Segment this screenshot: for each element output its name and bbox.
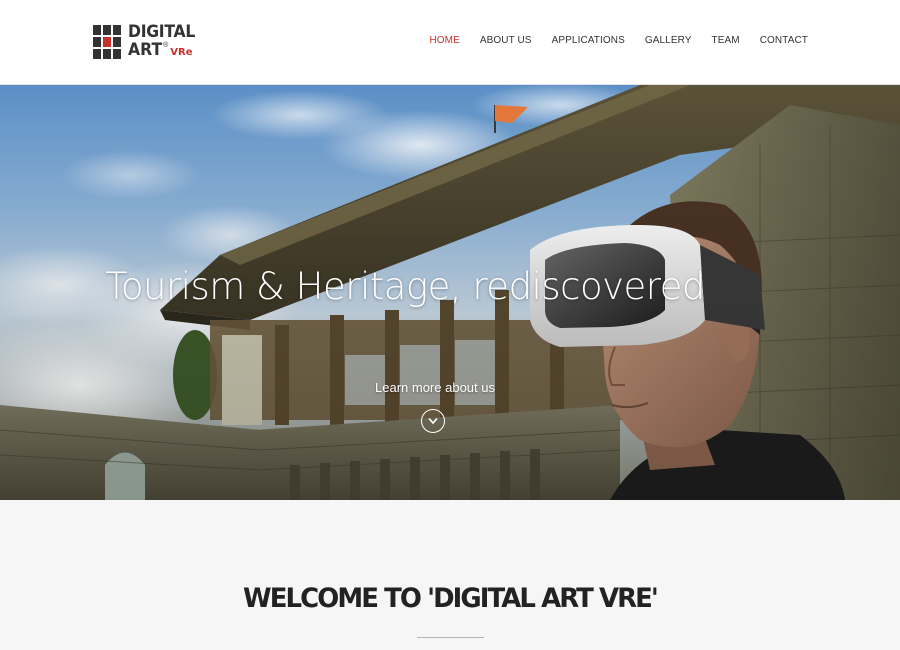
section-divider: [417, 637, 484, 638]
nav-home[interactable]: HOME: [419, 35, 469, 46]
main-navigation: HOME ABOUT US APPLICATIONS GALLERY TEAM …: [419, 35, 818, 46]
hero-title: Tourism & Heritage, rediscovered: [105, 265, 705, 308]
chevron-down-icon: [428, 417, 438, 425]
nav-team[interactable]: TEAM: [702, 35, 750, 46]
logo-grid-icon: [93, 25, 121, 61]
site-header: DIGITAL ART ® VRe HOME ABOUT US APPLICAT…: [0, 0, 900, 85]
nav-applications[interactable]: APPLICATIONS: [542, 35, 635, 46]
logo-text-vre: VRe: [170, 47, 193, 58]
learn-more-link[interactable]: Learn more about us: [0, 380, 870, 395]
welcome-section: WELCOME TO 'DIGITAL ART VRE': [0, 500, 900, 650]
nav-about-us[interactable]: ABOUT US: [470, 35, 542, 46]
logo-text-digital: DIGITAL: [128, 22, 196, 42]
hero-banner: Tourism & Heritage, rediscovered Learn m…: [0, 85, 900, 500]
brand-logo[interactable]: DIGITAL ART ® VRe: [93, 24, 203, 64]
welcome-heading: WELCOME TO 'DIGITAL ART VRE': [243, 583, 659, 614]
scroll-down-button[interactable]: [421, 409, 445, 433]
nav-gallery[interactable]: GALLERY: [635, 35, 702, 46]
nav-contact[interactable]: CONTACT: [750, 35, 818, 46]
logo-text-art: ART: [128, 40, 163, 60]
logo-registered-mark: ®: [163, 42, 169, 49]
